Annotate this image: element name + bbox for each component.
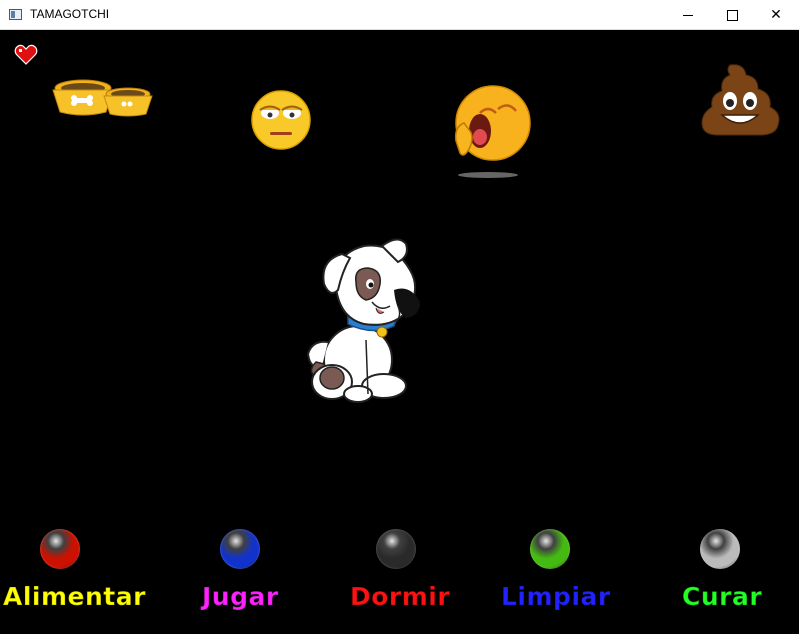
action-label-limpiar[interactable]: Limpiar bbox=[501, 582, 611, 612]
window-title: TAMAGOTCHI bbox=[30, 7, 110, 21]
action-label-alimentar[interactable]: Alimentar bbox=[3, 582, 146, 612]
maximize-button[interactable] bbox=[709, 0, 755, 30]
food-bowl-icon bbox=[52, 79, 153, 117]
green-orb-icon[interactable] bbox=[530, 529, 570, 569]
minimize-icon bbox=[683, 14, 693, 16]
red-orb-icon[interactable] bbox=[40, 529, 80, 569]
black-orb-icon[interactable] bbox=[376, 529, 416, 569]
action-label-curar[interactable]: Curar bbox=[681, 582, 762, 612]
dog-icon bbox=[306, 238, 420, 403]
close-icon: ✕ bbox=[770, 7, 782, 23]
bored-face-icon bbox=[251, 90, 311, 150]
blue-orb-icon[interactable] bbox=[220, 529, 260, 569]
poop-icon bbox=[701, 64, 780, 136]
game-area: Alimentar Jugar Dormir Limpiar Curar bbox=[0, 30, 799, 634]
maximize-icon bbox=[726, 9, 738, 21]
yawning-face-icon bbox=[454, 85, 531, 178]
action-label-dormir[interactable]: Dormir bbox=[349, 582, 450, 612]
silver-orb-icon[interactable] bbox=[700, 529, 740, 569]
heart-icon bbox=[14, 44, 38, 65]
minimize-button[interactable] bbox=[665, 0, 711, 30]
title-bar: TAMAGOTCHI ✕ bbox=[0, 0, 799, 30]
app-icon bbox=[9, 9, 22, 20]
action-label-jugar[interactable]: Jugar bbox=[202, 582, 279, 612]
close-button[interactable]: ✕ bbox=[753, 0, 799, 30]
